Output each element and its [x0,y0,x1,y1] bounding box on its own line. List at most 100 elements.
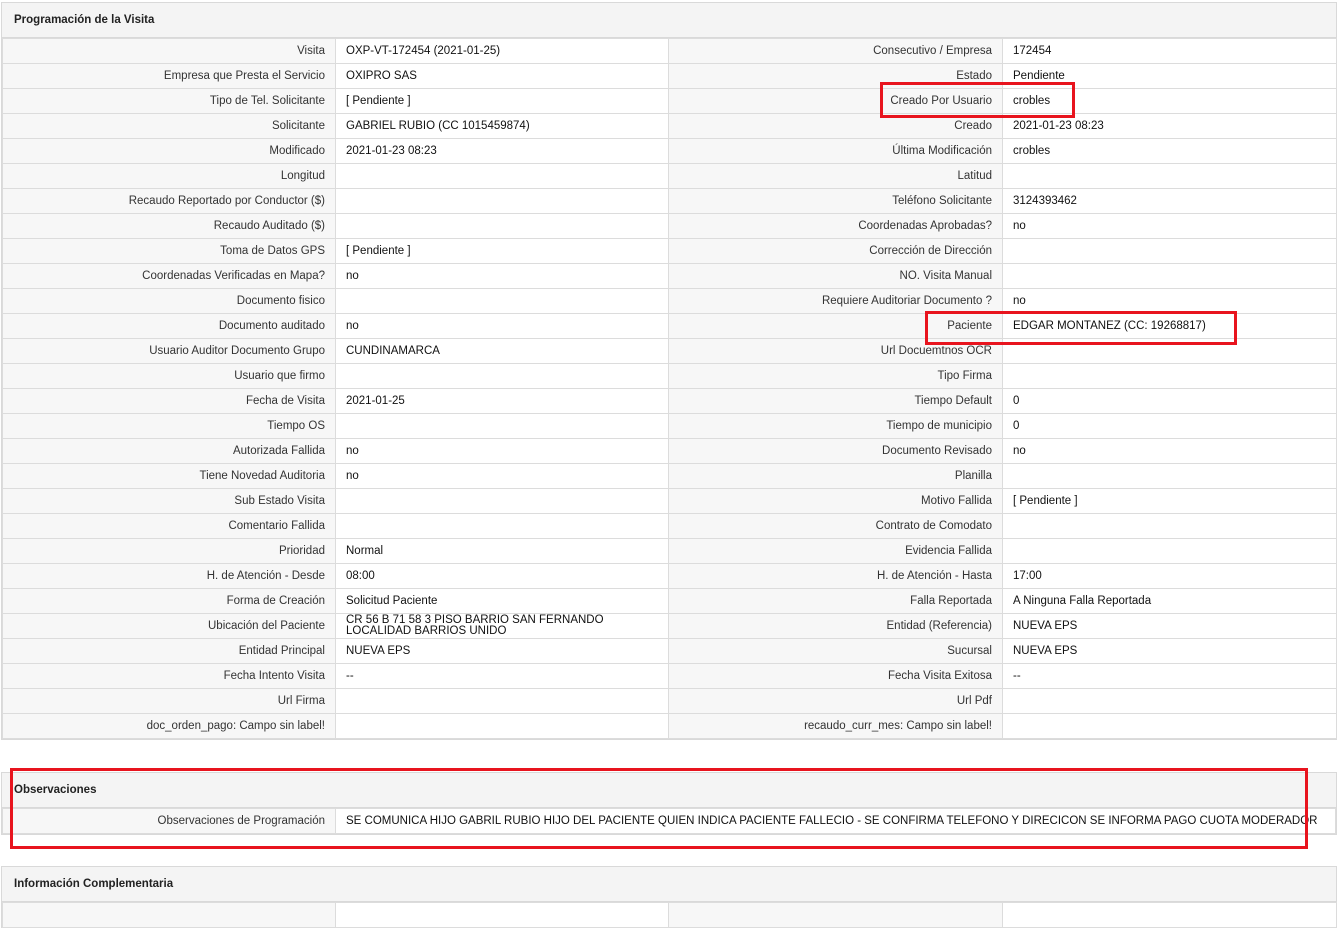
table-row: Recaudo Reportado por Conductor ($) Teléf… [2,188,1337,214]
field-label: Motivo Fallida [668,488,1003,514]
field-label: Prioridad [2,538,336,564]
field-label: Tiempo de municipio [668,413,1003,439]
field-label: Sub Estado Visita [2,488,336,514]
label-cell [2,902,336,928]
field-value: 2021-01-25 [335,388,669,414]
field-value: OXP-VT-172454 (2021-01-25) [335,38,669,64]
table-row: Modificado 2021-01-23 08:23 Última Modific… [2,138,1337,164]
field-value [1002,513,1337,539]
field-label: Recaudo Reportado por Conductor ($) [2,188,336,214]
field-label: Creado [668,113,1003,139]
field-value: -- [335,663,669,689]
table-row: Prioridad Normal Evidencia Fallida [2,538,1337,564]
field-label: Toma de Datos GPS [2,238,336,264]
field-label: H. de Atención - Hasta [668,563,1003,589]
field-value: CUNDINAMARCA [335,338,669,364]
field-value: crobles [1002,88,1337,114]
field-value: -- [1002,663,1337,689]
field-value: 0 [1002,413,1337,439]
field-label: Comentario Fallida [2,513,336,539]
table-row: Usuario que firmo Tipo Firma [2,363,1337,389]
table-row: Sub Estado Visita Motivo Fallida[ Pendien… [2,488,1337,514]
field-label: Entidad (Referencia) [668,613,1003,639]
info-complementaria-table [2,902,1337,928]
field-value: 2021-01-23 08:23 [1002,113,1337,139]
table-row: doc_orden_pago: Campo sin label! recaudo_… [2,713,1337,739]
field-value: CR 56 B 71 58 3 PISO BARRIO SAN FERNANDO… [335,613,669,639]
table-row: Empresa que Presta el Servicio OXIPRO SAS… [2,63,1337,89]
field-label: Modificado [2,138,336,164]
field-value: no [335,438,669,464]
field-label: Paciente [668,313,1003,339]
field-label: Solicitante [2,113,336,139]
field-label: Teléfono Solicitante [668,188,1003,214]
field-value [335,188,669,214]
field-label: Documento auditado [2,313,336,339]
field-value: no [335,263,669,289]
field-label: Corrección de Dirección [668,238,1003,264]
field-label: Requiere Auditoriar Documento ? [668,288,1003,314]
field-value [1002,163,1337,189]
field-label: Tiempo Default [668,388,1003,414]
field-label: Coordenadas Aprobadas? [668,213,1003,239]
field-label: Fecha Intento Visita [2,663,336,689]
field-value: 3124393462 [1002,188,1337,214]
field-value: OXIPRO SAS [335,63,669,89]
field-label: Entidad Principal [2,638,336,664]
field-value [335,688,669,714]
field-label: Longitud [2,163,336,189]
field-value: [ Pendiente ] [335,88,669,114]
table-row: Tiene Novedad Auditoria no Planilla [2,463,1337,489]
table-row: H. de Atención - Desde 08:00 H. de Atenció… [2,563,1337,589]
label-cell [668,902,1003,928]
field-label: Tiempo OS [2,413,336,439]
field-value [335,413,669,439]
field-label: Documento fisico [2,288,336,314]
field-label: Forma de Creación [2,588,336,614]
field-value [1002,463,1337,489]
field-label: Consecutivo / Empresa [668,38,1003,64]
field-value: NUEVA EPS [1002,638,1337,664]
field-value: A Ninguna Falla Reportada [1002,588,1337,614]
field-value: Pendiente [1002,63,1337,89]
field-value [1002,263,1337,289]
programacion-table: Visita OXP-VT-172454 (2021-01-25) Consecut… [2,38,1337,739]
field-label: Latitud [668,163,1003,189]
field-label: Falla Reportada [668,588,1003,614]
field-label: recaudo_curr_mes: Campo sin label! [668,713,1003,739]
field-label: Usuario que firmo [2,363,336,389]
table-row: Documento auditado no Paciente EDGAR MONTA… [2,313,1337,339]
table-row: Visita OXP-VT-172454 (2021-01-25) Consecut… [2,38,1337,64]
observaciones-title: Observaciones [2,773,1336,808]
observaciones-label: Observaciones de Programación [2,808,336,834]
field-label: Sucursal [668,638,1003,664]
table-row: Tipo de Tel. Solicitante[ Pendiente ] Cre… [2,88,1337,114]
info-complementaria-title: Información Complementaria [2,867,1336,902]
field-value: no [335,463,669,489]
field-value [1002,538,1337,564]
table-row: Coordenadas Verificadas en Mapa? no NO. V… [2,263,1337,289]
programacion-title: Programación de la Visita [2,3,1336,38]
field-value: no [1002,438,1337,464]
field-value [335,363,669,389]
field-value [1002,338,1337,364]
field-value: 08:00 [335,563,669,589]
field-value: crobles [1002,138,1337,164]
field-label: Url Docuemtnos OCR [668,338,1003,364]
field-value: [ Pendiente ] [335,238,669,264]
field-value [335,213,669,239]
field-value [335,488,669,514]
table-row: Autorizada Fallida no Documento Revisado … [2,438,1337,464]
table-row: Solicitante GABRIEL RUBIO (CC 1015459874)… [2,113,1337,139]
field-value [1002,688,1337,714]
field-label: Coordenadas Verificadas en Mapa? [2,263,336,289]
field-label: Documento Revisado [668,438,1003,464]
table-row: Entidad Principal NUEVA EPS Sucursal NUEVA … [2,638,1337,664]
table-row: Recaudo Auditado ($) Coordenadas Aprobada… [2,213,1337,239]
field-label: Planilla [668,463,1003,489]
field-label: NO. Visita Manual [668,263,1003,289]
field-value: Solicitud Paciente [335,588,669,614]
field-label: Última Modificación [668,138,1003,164]
field-label: Tipo de Tel. Solicitante [2,88,336,114]
value-cell [335,902,669,928]
